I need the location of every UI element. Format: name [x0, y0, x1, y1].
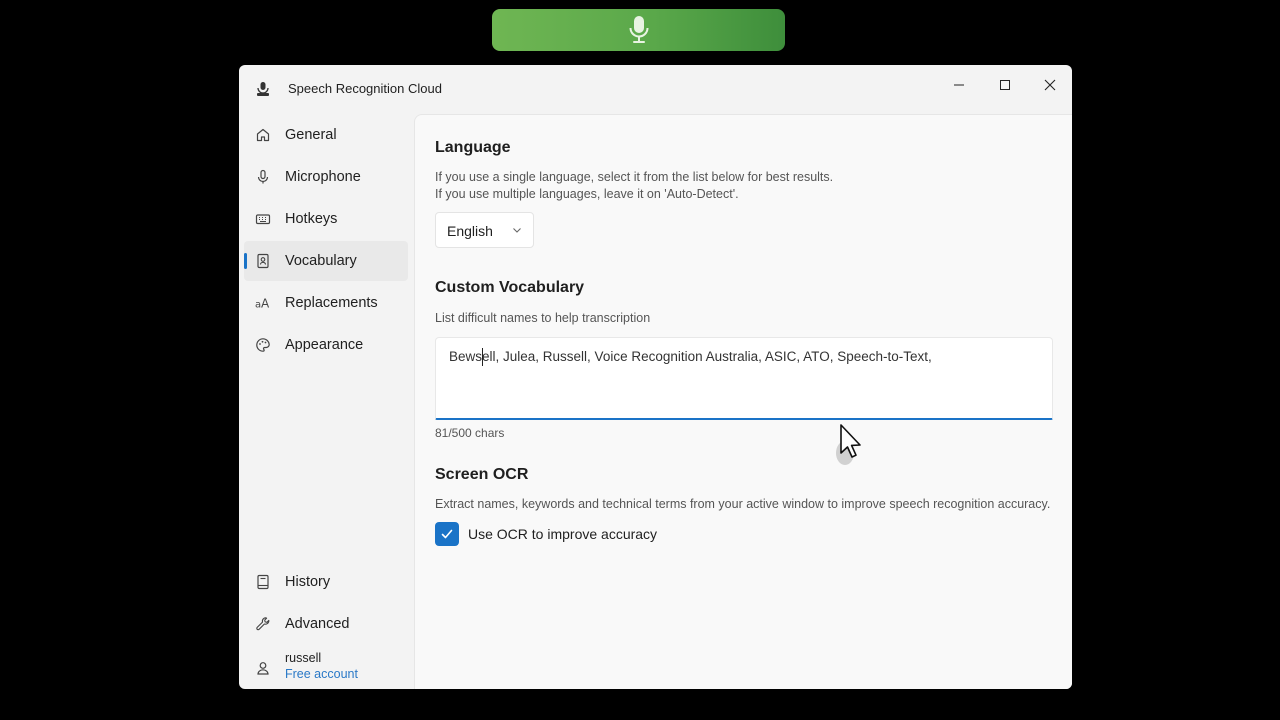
language-desc-line2: If you use multiple languages, leave it … — [435, 187, 739, 201]
app-window: Speech Recognition Cloud General Microph… — [239, 65, 1072, 689]
checkmark-icon — [441, 529, 453, 539]
app-microphone-icon — [257, 82, 269, 96]
sidebar: General Microphone Hotkeys Vocabulary aA… — [239, 113, 414, 689]
ocr-checkbox[interactable] — [435, 522, 459, 546]
screen-ocr-desc: Extract names, keywords and technical te… — [435, 497, 1051, 511]
language-select[interactable]: English — [435, 212, 534, 248]
maximize-button[interactable] — [985, 71, 1025, 99]
sidebar-item-advanced[interactable]: Advanced — [244, 604, 408, 644]
user-plan[interactable]: Free account — [285, 667, 358, 681]
vocabulary-textarea[interactable]: Bewsell, Julea, Russell, Voice Recogniti… — [435, 337, 1053, 420]
close-button[interactable] — [1030, 71, 1070, 99]
title-bar[interactable]: Speech Recognition Cloud — [239, 65, 1072, 113]
sidebar-item-hotkeys[interactable]: Hotkeys — [244, 199, 408, 239]
microphone-icon — [629, 16, 648, 43]
sidebar-item-label: Advanced — [285, 616, 350, 632]
custom-vocabulary-title: Custom Vocabulary — [435, 279, 585, 296]
sidebar-item-vocabulary[interactable]: Vocabulary — [244, 241, 408, 281]
sidebar-item-label: General — [285, 127, 337, 143]
sidebar-item-label: Microphone — [285, 169, 361, 185]
sidebar-item-label: History — [285, 574, 331, 590]
ocr-checkbox-row[interactable]: Use OCR to improve accuracy — [435, 522, 835, 546]
vocabulary-text: Bewsell, Julea, Russell, Voice Recogniti… — [449, 349, 932, 364]
close-icon — [1044, 79, 1056, 91]
sidebar-item-history[interactable]: History — [244, 562, 408, 602]
window-title: Speech Recognition Cloud — [288, 81, 442, 96]
language-desc-line1: If you use a single language, select it … — [435, 170, 834, 184]
sidebar-item-appearance[interactable]: Appearance — [244, 325, 408, 365]
screen-ocr-title: Screen OCR — [435, 466, 529, 483]
vocabulary-settings-panel: Language If you use a single language, s… — [414, 114, 1072, 689]
sidebar-item-label: Vocabulary — [285, 253, 357, 269]
user-name: russell — [285, 651, 322, 665]
book-icon — [255, 574, 271, 590]
microphone-icon — [255, 169, 271, 185]
minimize-icon — [954, 84, 964, 86]
user-account[interactable]: russell Free account — [244, 648, 408, 688]
language-select-value: English — [447, 223, 493, 239]
char-count: 81/500 chars — [435, 426, 505, 440]
contact-book-icon — [255, 253, 271, 269]
maximize-icon — [1000, 80, 1010, 90]
sidebar-item-label: Appearance — [285, 337, 364, 353]
sidebar-item-label: Replacements — [285, 295, 378, 311]
wrench-icon — [255, 616, 271, 632]
chevron-down-icon — [513, 228, 521, 233]
palette-icon — [255, 337, 271, 353]
sidebar-item-general[interactable]: General — [244, 115, 408, 155]
sidebar-item-label: Hotkeys — [285, 211, 338, 227]
text-case-icon: aA — [255, 295, 271, 311]
text-caret — [482, 348, 483, 366]
ocr-checkbox-label: Use OCR to improve accuracy — [468, 526, 658, 542]
svg-text:A: A — [261, 297, 270, 311]
mouse-pointer-icon — [836, 424, 861, 465]
keyboard-icon — [255, 211, 271, 227]
minimize-button[interactable] — [939, 71, 979, 99]
user-icon — [255, 660, 271, 676]
home-icon — [255, 127, 271, 143]
sidebar-item-microphone[interactable]: Microphone — [244, 157, 408, 197]
recording-indicator[interactable] — [492, 9, 785, 51]
language-title: Language — [435, 139, 511, 156]
sidebar-item-replacements[interactable]: aA Replacements — [244, 283, 408, 323]
custom-vocabulary-desc: List difficult names to help transcripti… — [435, 311, 651, 325]
